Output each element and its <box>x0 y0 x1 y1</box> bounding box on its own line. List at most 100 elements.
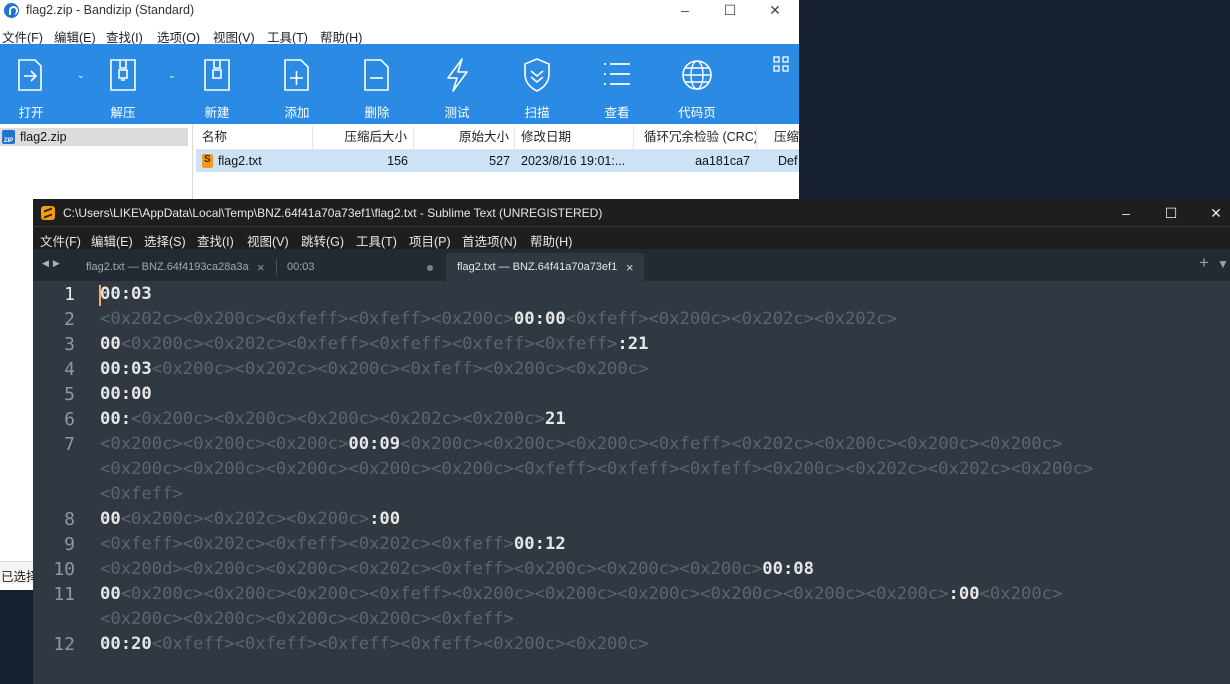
tab-close-icon[interactable]: × <box>626 260 634 275</box>
column-size[interactable]: 原始大小 <box>415 126 515 149</box>
line-number: 1 <box>64 284 75 305</box>
tab-label: 00:03 <box>287 261 315 273</box>
line-number: 2 <box>64 309 75 330</box>
menu-view[interactable]: 视图(V) <box>247 231 289 250</box>
zero-width-char-token: <0x200d><0x200c><0x200c><0x202c><0xfeff>… <box>100 559 763 579</box>
view-button[interactable]: 查看 <box>592 44 642 124</box>
bandizip-window-title: flag2.zip - Bandizip (Standard) <box>26 3 195 17</box>
zero-width-char-token: <0x200c><0x202c><0x200c> <box>120 509 370 529</box>
sublime-titlebar[interactable]: C:\Users\LIKE\AppData\Local\Temp\BNZ.64f… <box>33 199 1230 226</box>
test-button[interactable]: 测试 <box>432 44 482 124</box>
visible-text: 00:00 <box>513 309 566 329</box>
zero-width-char-token: <0x200c><0x200c><0x200c><0xfeff><0x202c>… <box>400 434 1063 454</box>
zero-width-char-token: <0x200c><0x200c><0x200c> <box>100 434 349 454</box>
menu-file[interactable]: 文件(F) <box>40 231 81 250</box>
list-view-icon <box>604 63 630 85</box>
code-line: <0x202c><0x200c><0xfeff><0xfeff><0x200c>… <box>100 307 897 332</box>
line-number: 4 <box>64 359 75 380</box>
line-number: 9 <box>64 534 75 555</box>
add-label: 添加 <box>284 106 310 120</box>
zero-width-char-token: <0x200c><0x202c><0x200c><0xfeff><0x200c>… <box>151 359 649 379</box>
tree-item-label: flag2.zip <box>20 130 67 144</box>
column-packed-size[interactable]: 压缩后大小 <box>314 126 414 149</box>
bandizip-toolbar: 打开 ⌄ 解压 ⌄ 新建 添加 删除 测试 扫描 查看 代码页 <box>0 44 799 124</box>
menu-project[interactable]: 项目(P) <box>409 231 451 250</box>
view-label: 查看 <box>604 106 630 120</box>
tab-list-chevron-icon[interactable]: ▼ <box>1217 257 1229 271</box>
sublime-logo-icon <box>41 206 55 220</box>
new-tab-plus-icon[interactable]: + <box>1199 253 1209 273</box>
menu-tools[interactable]: 工具(T) <box>356 231 397 250</box>
visible-text: 00:12 <box>513 534 566 554</box>
extract-button[interactable]: 解压 <box>98 44 148 124</box>
tab-flag2-active[interactable]: flag2.txt — BNZ.64f41a70a73ef1 × <box>446 253 644 281</box>
menu-goto[interactable]: 跳转(G) <box>301 231 344 250</box>
visible-text: 00:09 <box>348 434 401 454</box>
code-line: 00<0x200c><0x202c><0xfeff><0xfeff><0xfef… <box>100 332 648 357</box>
add-file-icon <box>284 59 309 91</box>
minimize-icon[interactable]: – <box>1106 202 1146 224</box>
bandizip-logo-icon <box>4 3 19 18</box>
tab-scroll-arrows-icon[interactable]: ◀▶ <box>42 258 64 269</box>
column-method[interactable]: 压缩 <box>758 126 799 149</box>
code-line: 00:00 <box>100 382 152 407</box>
menu-preferences[interactable]: 首选项(N) <box>462 231 517 250</box>
menu-help[interactable]: 帮助(H) <box>530 231 572 250</box>
visible-text: 00 <box>100 509 121 529</box>
extract-dropdown-chevron-icon[interactable]: ⌄ <box>163 44 176 124</box>
delete-file-icon <box>364 59 389 91</box>
column-modified[interactable]: 修改日期 <box>516 126 634 149</box>
unsaved-dot-icon[interactable] <box>427 265 433 271</box>
maximize-icon[interactable]: ☐ <box>1151 202 1191 224</box>
menu-selection[interactable]: 选择(S) <box>144 231 186 250</box>
tab-close-icon[interactable]: × <box>257 260 265 275</box>
maximize-icon[interactable]: ☐ <box>707 0 753 22</box>
table-row[interactable]: flag2.txt 156 527 2023/8/16 19:01:... aa… <box>196 150 799 172</box>
tab-separator <box>276 259 277 275</box>
cell-name: flag2.txt <box>218 154 262 168</box>
tab-untitled[interactable]: 00:03 <box>287 253 437 281</box>
visible-text: :00 <box>948 584 980 604</box>
visible-text: 00:03 <box>100 284 152 304</box>
zero-width-char-token: <0x200c><0x200c><0x200c><0x200c><0x200c>… <box>100 459 1094 479</box>
code-line: <0xfeff><0x202c><0xfeff><0x202c><0xfeff>… <box>100 532 566 557</box>
open-icon <box>18 59 42 91</box>
column-name[interactable]: 名称 <box>196 126 313 149</box>
bandizip-titlebar[interactable]: flag2.zip - Bandizip (Standard) – ☐ ✕ <box>0 0 799 22</box>
code-line: 00:03<0x200c><0x202c><0x200c><0xfeff><0x… <box>100 357 648 382</box>
code-line: <0x200c><0x200c><0x200c>00:09<0x200c><0x… <box>100 432 1062 457</box>
menu-edit[interactable]: 编辑(E) <box>91 231 133 250</box>
scan-button[interactable]: 扫描 <box>512 44 562 124</box>
tree-item-archive[interactable]: ZIP flag2.zip <box>0 128 188 146</box>
visible-text: :21 <box>617 334 649 354</box>
sublime-window-title: C:\Users\LIKE\AppData\Local\Temp\BNZ.64f… <box>63 206 603 220</box>
codepage-button[interactable]: 代码页 <box>672 44 722 124</box>
open-dropdown-chevron-icon[interactable]: ⌄ <box>72 44 85 124</box>
column-crc[interactable]: 循环冗余检验 (CRC) <box>635 126 757 149</box>
text-caret <box>99 285 101 306</box>
tab-flag2-first[interactable]: flag2.txt — BNZ.64f4193ca28a3a × <box>86 253 266 281</box>
code-line: 00<0x200c><0x202c><0x200c>:00 <box>100 507 400 532</box>
tab-label: flag2.txt — BNZ.64f41a70a73ef1 <box>457 261 618 273</box>
visible-text: 00 <box>100 584 121 604</box>
open-button[interactable]: 打开 <box>6 44 56 124</box>
visible-text: 21 <box>544 409 566 429</box>
delete-button[interactable]: 删除 <box>352 44 402 124</box>
file-list: 名称 压缩后大小 原始大小 修改日期 循环冗余检验 (CRC) 压缩 flag2… <box>196 126 799 206</box>
visible-text: 00: <box>100 409 132 429</box>
minimize-icon[interactable]: – <box>662 0 708 22</box>
line-number: 5 <box>64 384 75 405</box>
cell-crc: aa181ca7 <box>695 154 750 168</box>
menu-find[interactable]: 查找(I) <box>197 231 234 250</box>
visible-text: 00:03 <box>100 359 152 379</box>
add-button[interactable]: 添加 <box>272 44 322 124</box>
close-icon[interactable]: ✕ <box>752 0 798 22</box>
visible-text: :00 <box>369 509 401 529</box>
new-archive-button[interactable]: 新建 <box>192 44 242 124</box>
codepage-label: 代码页 <box>678 106 716 120</box>
code-line: <0x200c><0x200c><0x200c><0x200c><0x200c>… <box>100 457 1093 482</box>
close-icon[interactable]: ✕ <box>1196 202 1230 224</box>
code-editor[interactable]: 1 00:03 2 <0x202c><0x200c><0xfeff><0xfeff><… <box>33 282 1230 684</box>
new-archive-label: 新建 <box>204 106 230 120</box>
layout-grid-icon[interactable] <box>773 56 789 72</box>
